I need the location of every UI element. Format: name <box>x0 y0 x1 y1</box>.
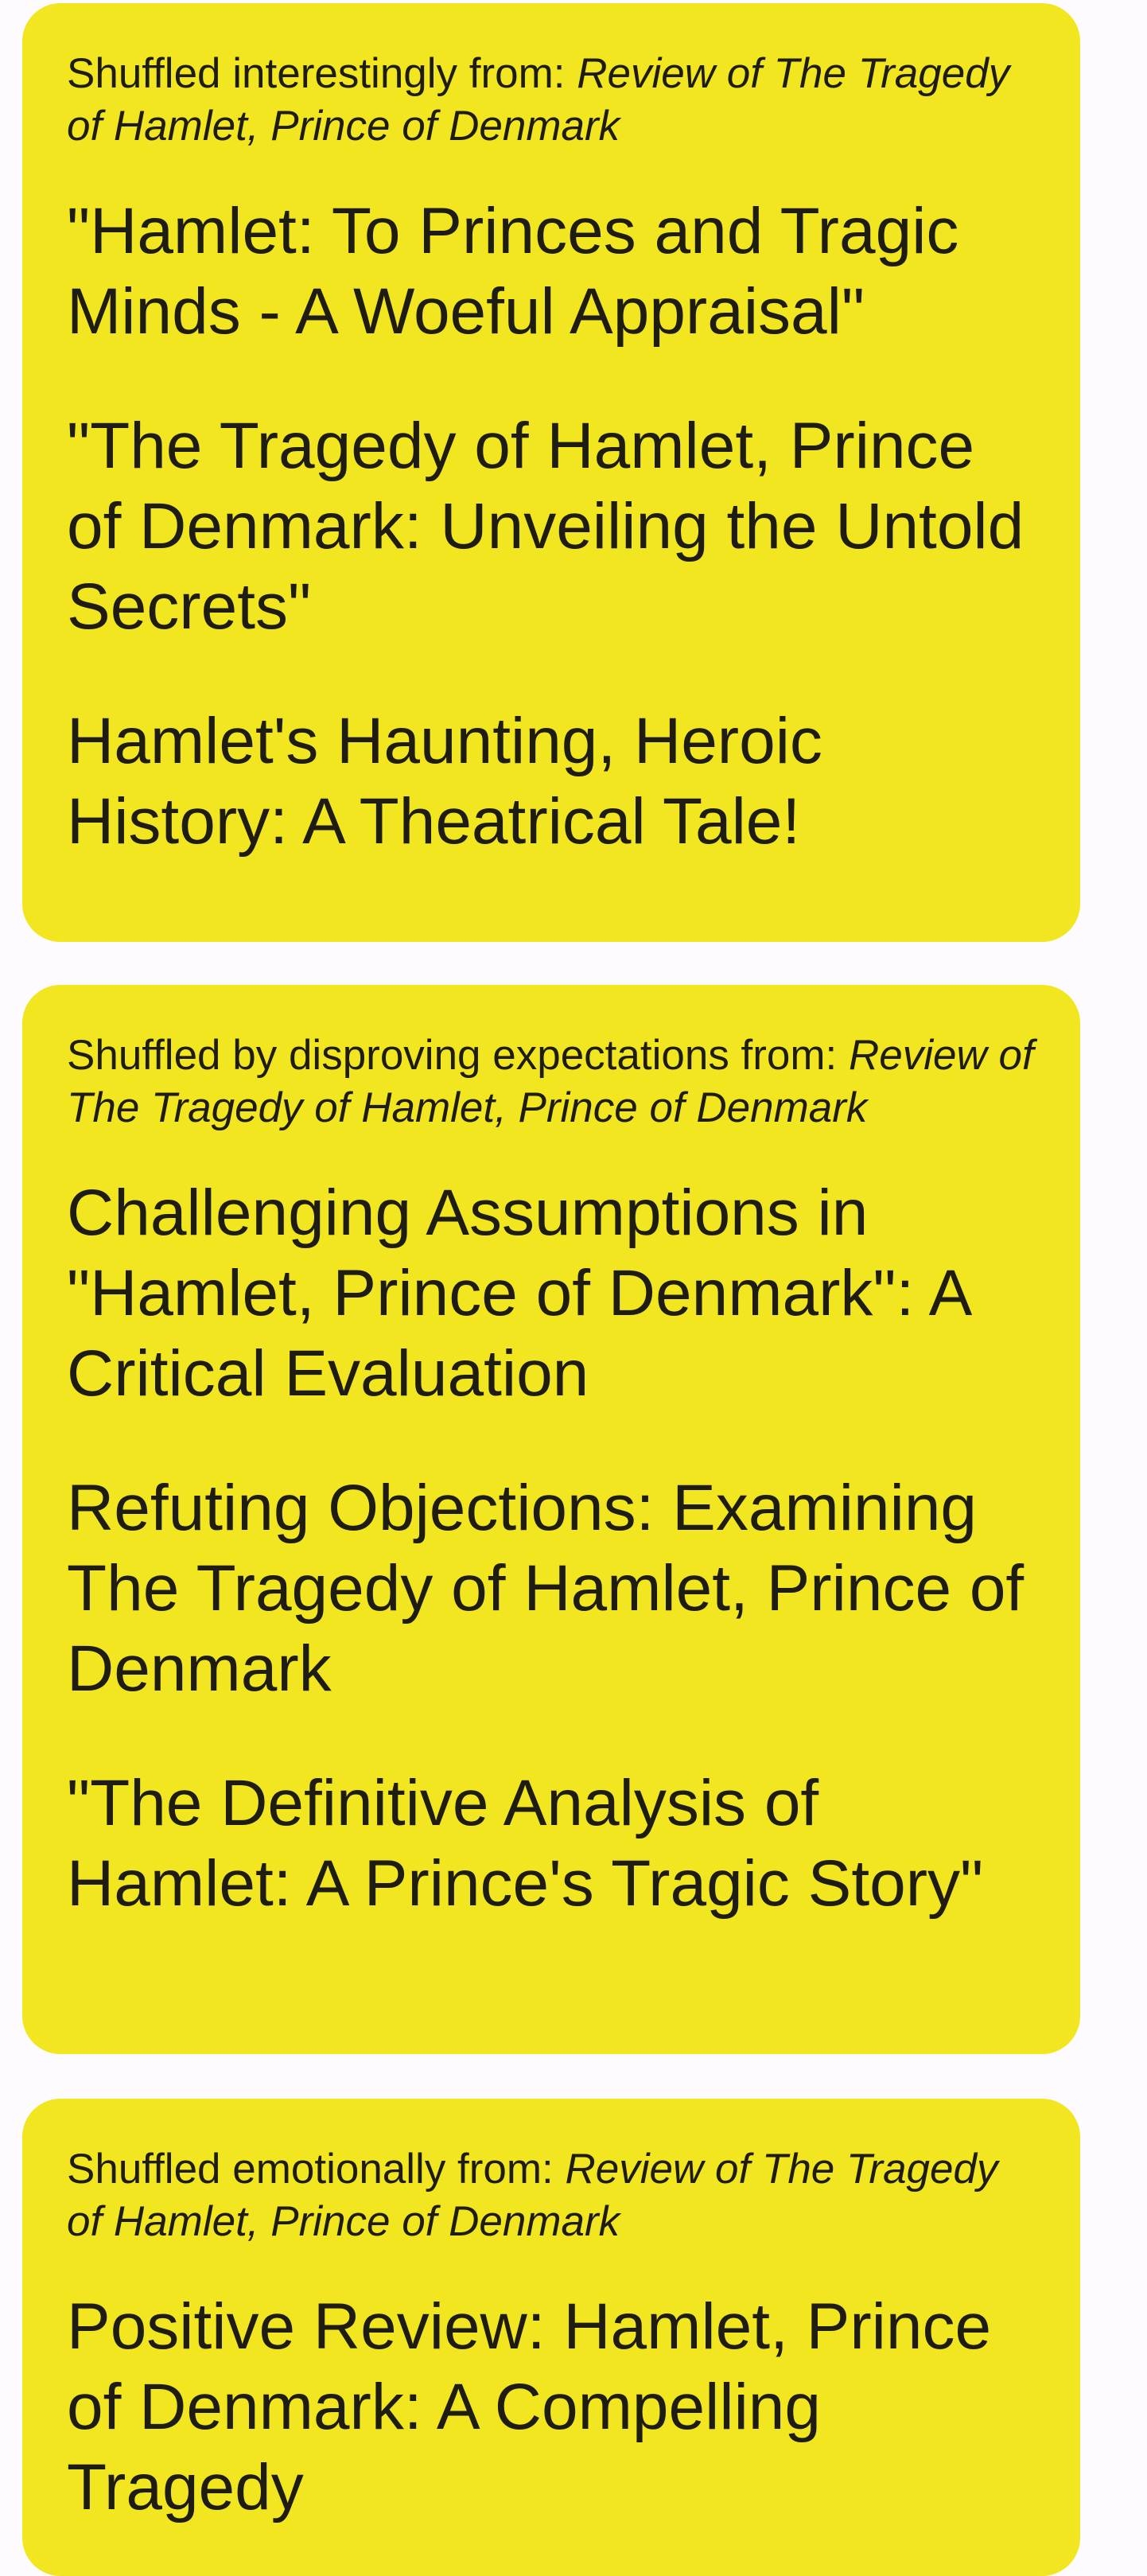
title-list: "Hamlet: To Princes and Tragic Minds - A… <box>67 191 1036 862</box>
title-list: Challenging Assumptions in "Hamlet, Prin… <box>67 1173 1036 1924</box>
shuffle-card-interestingly: Shuffled interestingly from: Review of T… <box>22 3 1080 942</box>
shuffle-method-label: Shuffled emotionally from: <box>67 2146 566 2193</box>
card-subtitle: Shuffled interestingly from: Review of T… <box>67 48 1036 153</box>
title-suggestion[interactable]: "The Definitive Analysis of Hamlet: A Pr… <box>67 1763 1036 1924</box>
title-suggestion[interactable]: "The Tragedy of Hamlet, Prince of Denmar… <box>67 406 1036 647</box>
title-suggestion[interactable]: Hamlet's Haunting, Heroic History: A The… <box>67 701 1036 862</box>
shuffle-method-label: Shuffled by disproving expectations from… <box>67 1032 850 1079</box>
shuffle-method-label: Shuffled interestingly from: <box>67 50 577 97</box>
title-suggestion[interactable]: Positive Review: Hamlet, Prince of Denma… <box>67 2286 1036 2527</box>
card-subtitle: Shuffled emotionally from: Review of The… <box>67 2143 1036 2248</box>
title-list: Positive Review: Hamlet, Prince of Denma… <box>67 2286 1036 2527</box>
title-suggestion[interactable]: Refuting Objections: Examining The Trage… <box>67 1468 1036 1709</box>
title-suggestion[interactable]: Challenging Assumptions in "Hamlet, Prin… <box>67 1173 1036 1414</box>
shuffle-card-emotionally: Shuffled emotionally from: Review of The… <box>22 2099 1080 2576</box>
card-subtitle: Shuffled by disproving expectations from… <box>67 1029 1036 1134</box>
title-suggestion[interactable]: "Hamlet: To Princes and Tragic Minds - A… <box>67 191 1036 352</box>
shuffle-card-disproving-expectations: Shuffled by disproving expectations from… <box>22 985 1080 2054</box>
